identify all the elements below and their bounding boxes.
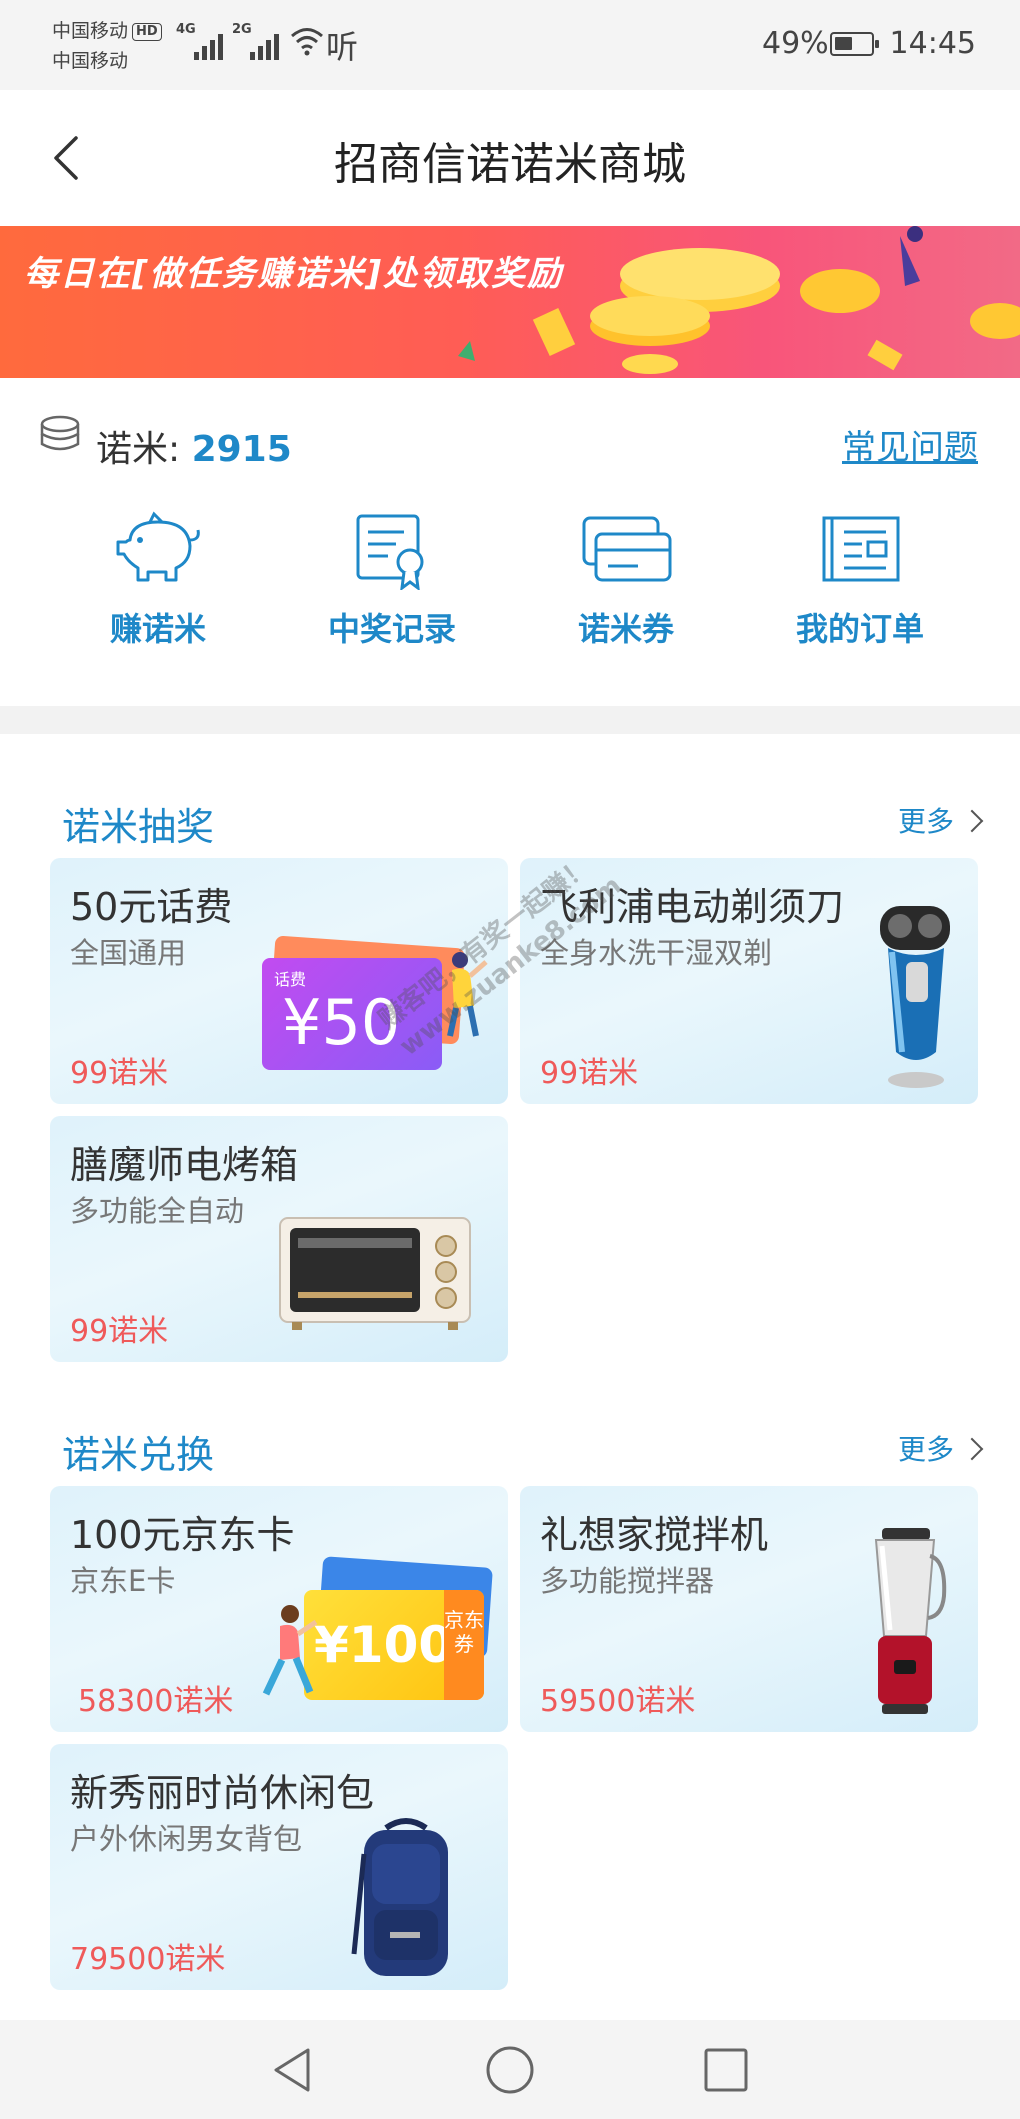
piggy-bank-icon <box>116 511 200 582</box>
product-price: 99诺米 <box>70 1314 169 1349</box>
clock: 14:45 <box>889 26 976 61</box>
product-name: 50元话费 <box>70 885 233 929</box>
carrier-1: 中国移动 <box>52 20 129 42</box>
chevron-right-icon <box>960 809 984 833</box>
battery-percent: 49% <box>762 26 829 61</box>
triangle-back-icon <box>274 2048 310 2092</box>
wifi-icon <box>291 28 323 56</box>
carrier-info: 中国移动 HD 中国移动 <box>52 16 162 76</box>
backpack-image <box>351 1818 448 1976</box>
coupon-icon <box>582 516 672 582</box>
carrier-2: 中国移动 <box>52 50 129 72</box>
points-panel: 诺米: 2915 常见问题 赚诺米 中奖记录 诺米券 我的订单 <box>0 380 1020 710</box>
product-name: 新秀丽时尚休闲包 <box>70 1771 375 1815</box>
nav-home-button[interactable] <box>484 2044 536 2100</box>
product-card-jd-card[interactable]: 100元京东卡 京东E卡 ¥100 京东券 58300诺米 <box>50 1486 508 1732</box>
promo-banner[interactable]: 每日在[做任务赚诺米]处领取奖励 <box>0 226 1020 378</box>
lottery-more-link[interactable]: 更多 <box>898 800 984 840</box>
shortcut-prize-records[interactable]: 中奖记录 <box>292 510 492 650</box>
product-name: 100元京东卡 <box>70 1513 295 1557</box>
points-value: 2915 <box>191 429 292 470</box>
shortcut-label: 诺米券 <box>577 610 674 648</box>
title-bar: 招商信诺诺米商城 <box>0 90 1020 228</box>
faq-link[interactable]: 常见问题 <box>842 420 978 469</box>
lottery-section-title: 诺米抽奖 <box>62 805 215 849</box>
chevron-right-icon <box>960 1437 984 1461</box>
product-price: 58300诺米 <box>78 1684 234 1719</box>
product-price: 59500诺米 <box>540 1684 696 1719</box>
product-card-blender[interactable]: 礼想家搅拌机 多功能搅拌器 59500诺米 <box>520 1486 978 1732</box>
hd-badge: HD <box>132 23 162 41</box>
product-card-oven[interactable]: 膳魔师电烤箱 多功能全自动 99诺米 <box>50 1116 508 1362</box>
shaver-image <box>880 906 950 1088</box>
points-balance: 诺米: 2915 <box>96 429 292 470</box>
product-card-backpack[interactable]: 新秀丽时尚休闲包 户外休闲男女背包 79500诺米 <box>50 1744 508 1990</box>
product-desc: 全国通用 <box>70 936 187 970</box>
product-desc: 多功能全自动 <box>70 1194 245 1228</box>
product-desc: 户外休闲男女背包 <box>70 1822 303 1856</box>
coins-stack-icon <box>40 415 80 451</box>
square-recents-icon <box>704 2048 748 2092</box>
product-desc: 多功能搅拌器 <box>540 1564 715 1598</box>
section-divider <box>0 706 1020 734</box>
system-nav-bar <box>0 2020 1020 2119</box>
shortcut-label: 赚诺米 <box>109 610 206 648</box>
product-price: 99诺米 <box>70 1056 169 1091</box>
oven-image <box>279 1217 471 1330</box>
certificate-icon <box>356 514 424 590</box>
order-list-icon <box>822 516 900 582</box>
jd-coupon-image: ¥100 京东券 <box>260 1556 500 1712</box>
listen-icon: 听 <box>326 28 359 66</box>
shortcut-earn[interactable]: 赚诺米 <box>58 510 258 650</box>
status-bar: 中国移动 HD 中国移动 4G 2G 听 49% 14:45 <box>0 0 1020 90</box>
nav-recents-button[interactable] <box>700 2044 752 2100</box>
shortcut-label: 中奖记录 <box>327 610 456 648</box>
product-name: 膳魔师电烤箱 <box>70 1143 299 1187</box>
product-price: 79500诺米 <box>70 1942 226 1977</box>
product-price: 99诺米 <box>540 1056 639 1091</box>
exchange-section-title: 诺米兑换 <box>62 1433 215 1477</box>
shortcut-coupons[interactable]: 诺米券 <box>526 510 726 650</box>
nav-back-button[interactable] <box>268 2044 318 2100</box>
exchange-more-link[interactable]: 更多 <box>898 1428 984 1468</box>
battery-icon <box>830 32 879 56</box>
page-title: 招商信诺诺米商城 <box>334 139 686 190</box>
shortcut-label: 我的订单 <box>795 610 924 648</box>
circle-home-icon <box>486 2046 534 2094</box>
product-name: 礼想家搅拌机 <box>540 1513 769 1557</box>
product-desc: 京东E卡 <box>70 1564 176 1598</box>
blender-image <box>874 1528 947 1714</box>
banner-text: 每日在[做任务赚诺米]处领取奖励 <box>24 254 564 294</box>
shortcut-orders[interactable]: 我的订单 <box>760 510 960 650</box>
